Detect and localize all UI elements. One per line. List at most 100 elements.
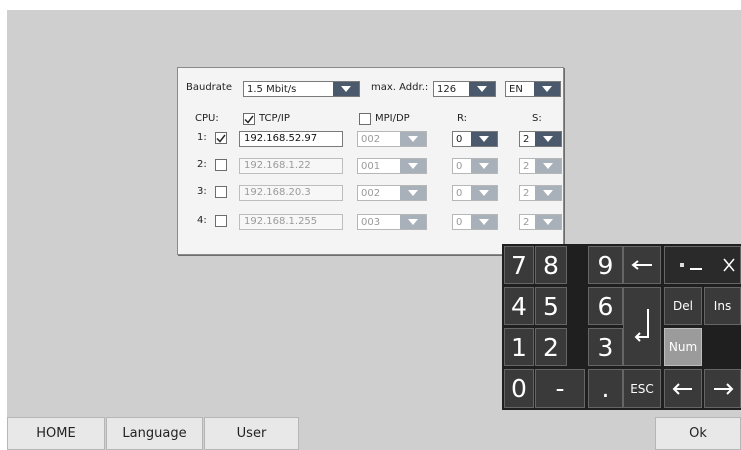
- del-key[interactable]: Del: [664, 287, 702, 325]
- chevron-down-icon[interactable]: [471, 132, 497, 146]
- mpidp-label: MPI/DP: [375, 113, 410, 124]
- key-7[interactable]: 7: [504, 246, 534, 284]
- key-9[interactable]: 9: [588, 246, 623, 284]
- chevron-down-icon[interactable]: [534, 82, 560, 96]
- tcpip-checkbox[interactable]: [243, 113, 255, 125]
- left-arrow-key[interactable]: [664, 369, 702, 408]
- cpu-row-label: 4:: [197, 215, 207, 226]
- baudrate-select[interactable]: 1.5 Mbit/s: [243, 81, 360, 97]
- cpu1-checkbox[interactable]: [215, 132, 227, 144]
- backspace-key[interactable]: [623, 246, 661, 284]
- ok-button[interactable]: Ok: [655, 417, 741, 450]
- cpu1-mpi-select[interactable]: 002: [357, 131, 427, 147]
- cpu4-s-value: 2: [523, 217, 530, 228]
- cpu2-checkbox[interactable]: [215, 159, 227, 171]
- mpidp-checkbox[interactable]: [359, 113, 371, 125]
- chevron-down-icon[interactable]: [469, 82, 495, 96]
- cpu4-mpi-select[interactable]: 003: [357, 214, 427, 230]
- cpu4-mpi-value: 003: [361, 217, 381, 228]
- key-5[interactable]: 5: [535, 287, 567, 325]
- left-arrow-icon: [672, 382, 692, 395]
- chevron-down-icon[interactable]: [471, 159, 497, 173]
- num-lock-key[interactable]: Num: [664, 328, 702, 366]
- chevron-down-icon[interactable]: [333, 82, 359, 96]
- cpu2-r-value: 0: [456, 161, 463, 172]
- baudrate-value: 1.5 Mbit/s: [247, 84, 297, 95]
- enter-arrow-icon: [634, 308, 649, 342]
- key-8[interactable]: 8: [535, 246, 567, 284]
- key-6[interactable]: 6: [588, 287, 623, 325]
- cpu-row-label: 2:: [197, 159, 207, 170]
- cpu1-ip-input[interactable]: 192.168.52.97: [239, 131, 343, 147]
- cpu2-mpi-select[interactable]: 001: [357, 158, 427, 174]
- cpu3-s-select[interactable]: 2: [519, 185, 562, 201]
- tcpip-label: TCP/IP: [259, 113, 290, 124]
- key-minus[interactable]: -: [535, 369, 585, 408]
- language-select[interactable]: EN: [505, 81, 561, 97]
- cpu2-s-select[interactable]: 2: [519, 158, 562, 174]
- cpu3-r-value: 0: [456, 188, 463, 199]
- cpu1-s-select[interactable]: 2: [519, 131, 562, 147]
- cpu-row-label: 1:: [197, 132, 207, 143]
- chevron-down-icon[interactable]: [400, 215, 426, 229]
- cpu4-checkbox[interactable]: [215, 215, 227, 227]
- home-button[interactable]: HOME: [7, 417, 105, 450]
- key-0[interactable]: 0: [504, 369, 534, 408]
- chevron-down-icon[interactable]: [400, 186, 426, 200]
- connection-settings-dialog: Baudrate 1.5 Mbit/s max. Addr.: 126 EN C…: [177, 67, 564, 255]
- cpu2-r-select[interactable]: 0: [452, 158, 498, 174]
- max-addr-value: 126: [437, 84, 457, 95]
- chevron-down-icon[interactable]: [471, 215, 497, 229]
- window-controls-icon: [679, 258, 735, 272]
- right-arrow-key[interactable]: [704, 369, 741, 408]
- checkmark-icon: [244, 115, 254, 124]
- chevron-down-icon[interactable]: [471, 186, 497, 200]
- cpu1-r-value: 0: [456, 134, 463, 145]
- cpu2-ip-input[interactable]: 192.168.1.22: [239, 158, 343, 174]
- chevron-down-icon[interactable]: [400, 159, 426, 173]
- cpu4-r-value: 0: [456, 217, 463, 228]
- cpu1-mpi-value: 002: [361, 134, 381, 145]
- right-arrow-icon: [713, 382, 733, 395]
- chevron-down-icon[interactable]: [535, 132, 561, 146]
- max-addr-label: max. Addr.:: [371, 82, 429, 93]
- esc-key[interactable]: ESC: [623, 369, 661, 408]
- cpu2-s-value: 2: [523, 161, 530, 172]
- key-2[interactable]: 2: [535, 328, 567, 366]
- chevron-down-icon[interactable]: [535, 186, 561, 200]
- ins-key[interactable]: Ins: [704, 287, 741, 325]
- cpu3-s-value: 2: [523, 188, 530, 199]
- cpu-label: CPU:: [195, 113, 219, 124]
- cpu3-mpi-select[interactable]: 002: [357, 185, 427, 201]
- key-4[interactable]: 4: [504, 287, 534, 325]
- cpu4-ip-input[interactable]: 192.168.1.255: [239, 214, 343, 230]
- cpu3-ip-input[interactable]: 192.168.20.3: [239, 185, 343, 201]
- cpu3-mpi-value: 002: [361, 188, 381, 199]
- backspace-arrow-icon: [631, 260, 652, 270]
- cpu4-s-select[interactable]: 2: [519, 214, 562, 230]
- key-3[interactable]: 3: [588, 328, 623, 366]
- chevron-down-icon[interactable]: [535, 215, 561, 229]
- chevron-down-icon[interactable]: [400, 132, 426, 146]
- r-label: R:: [457, 113, 468, 124]
- s-label: S:: [532, 113, 542, 124]
- language-button[interactable]: Language: [106, 417, 203, 450]
- cpu-row-label: 3:: [197, 186, 207, 197]
- chevron-down-icon[interactable]: [535, 159, 561, 173]
- keyboard-window-controls: [664, 246, 741, 284]
- enter-key[interactable]: [623, 287, 661, 366]
- max-addr-select[interactable]: 126: [433, 81, 496, 97]
- checkmark-icon: [216, 134, 226, 143]
- key-dot[interactable]: .: [588, 369, 623, 408]
- cpu4-r-select[interactable]: 0: [452, 214, 498, 230]
- user-button[interactable]: User: [204, 417, 299, 450]
- baudrate-label: Baudrate: [186, 82, 232, 93]
- language-value: EN: [509, 84, 523, 95]
- cpu1-s-value: 2: [523, 134, 530, 145]
- cpu3-checkbox[interactable]: [215, 186, 227, 198]
- cpu3-r-select[interactable]: 0: [452, 185, 498, 201]
- key-1[interactable]: 1: [504, 328, 534, 366]
- bottom-button-bar: HOME Language User Ok: [0, 417, 741, 450]
- numeric-keypad: 7 8 9 4 5 6 Del Ins 1 2 3 Num 0 - . ESC: [502, 244, 741, 410]
- cpu1-r-select[interactable]: 0: [452, 131, 498, 147]
